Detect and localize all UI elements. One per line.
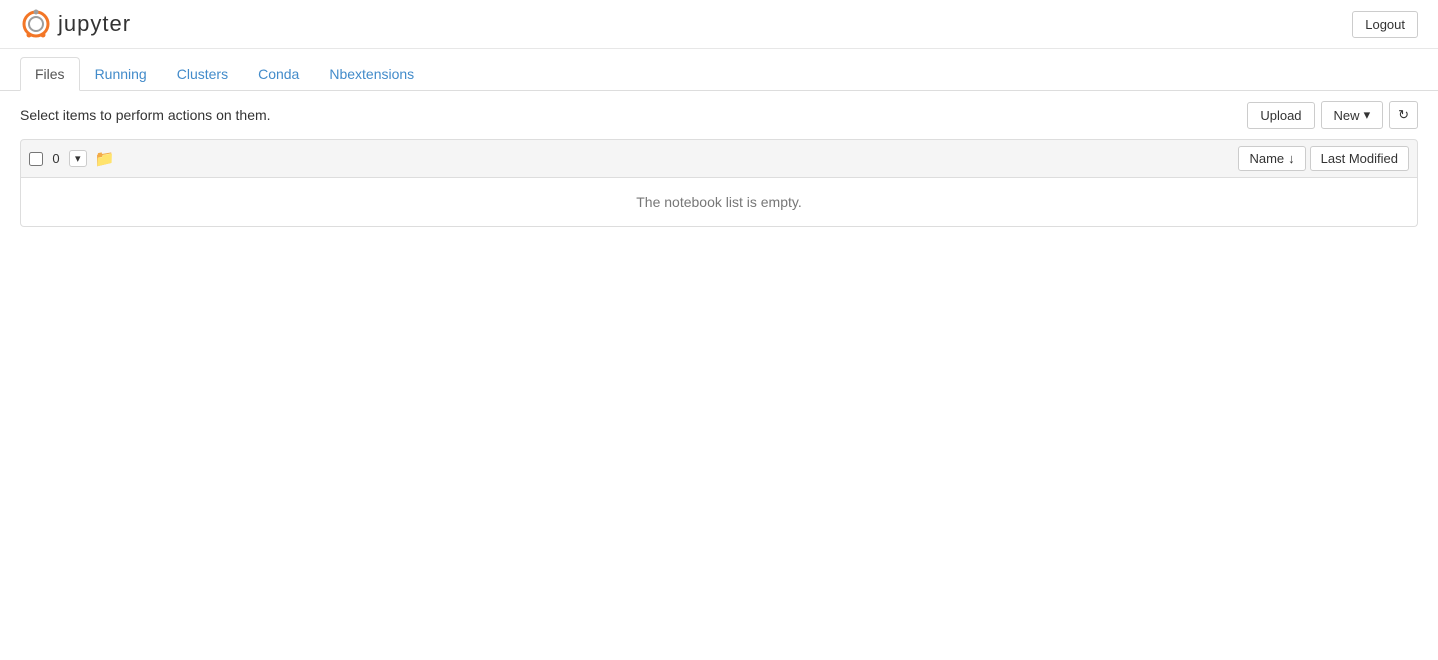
file-list-body: The notebook list is empty. xyxy=(20,178,1418,227)
tabs-container: Files Running Clusters Conda Nbextension… xyxy=(0,57,1438,91)
toolbar-right: Upload New ▾ ↻ xyxy=(1247,101,1418,129)
tab-running[interactable]: Running xyxy=(80,57,162,91)
new-dropdown-arrow: ▾ xyxy=(1364,107,1371,123)
header: jupyter Logout xyxy=(0,0,1438,49)
logout-button[interactable]: Logout xyxy=(1352,11,1418,38)
name-sort-label: Name xyxy=(1249,151,1284,166)
logo-text: jupyter xyxy=(58,11,131,37)
new-button[interactable]: New ▾ xyxy=(1321,101,1384,129)
tab-files[interactable]: Files xyxy=(20,57,80,91)
tab-nbextensions[interactable]: Nbextensions xyxy=(314,57,429,91)
tab-conda[interactable]: Conda xyxy=(243,57,314,91)
toolbar-row: Select items to perform actions on them.… xyxy=(0,91,1438,139)
header-left: 0 ▾ 📁 xyxy=(29,149,1238,169)
refresh-button[interactable]: ↻ xyxy=(1389,101,1418,129)
select-count: 0 xyxy=(49,151,63,166)
file-list-container: 0 ▾ 📁 Name ↓ Last Modified The notebook … xyxy=(0,139,1438,227)
jupyter-logo-icon xyxy=(20,8,52,40)
header-right: Name ↓ Last Modified xyxy=(1238,146,1409,171)
last-modified-button[interactable]: Last Modified xyxy=(1310,146,1409,171)
empty-message: The notebook list is empty. xyxy=(21,178,1417,226)
select-all-checkbox[interactable] xyxy=(29,152,43,166)
folder-icon-button[interactable]: 📁 xyxy=(93,149,117,169)
logo-area: jupyter xyxy=(20,8,131,40)
toolbar-instruction: Select items to perform actions on them. xyxy=(20,107,271,123)
select-dropdown-button[interactable]: ▾ xyxy=(69,150,87,167)
file-list-header: 0 ▾ 📁 Name ↓ Last Modified xyxy=(20,139,1418,178)
new-button-label: New xyxy=(1334,108,1360,123)
tab-clusters[interactable]: Clusters xyxy=(162,57,243,91)
name-sort-arrow: ↓ xyxy=(1288,151,1295,166)
upload-button[interactable]: Upload xyxy=(1247,102,1314,129)
name-sort-button[interactable]: Name ↓ xyxy=(1238,146,1305,171)
